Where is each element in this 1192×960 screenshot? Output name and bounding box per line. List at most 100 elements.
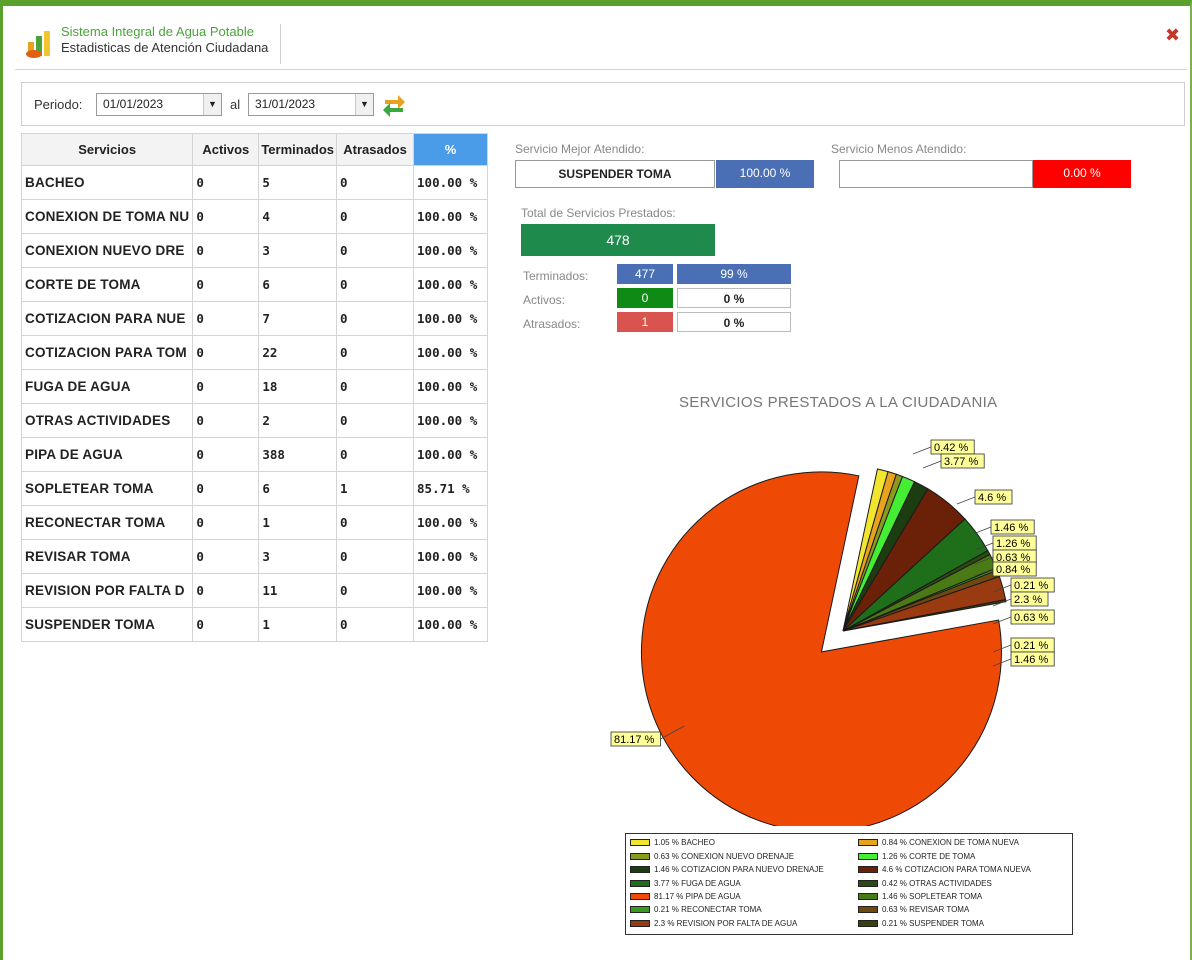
table-row[interactable]: PIPA DE AGUA 0 388 0 100.00 % bbox=[20, 437, 489, 472]
cell-atrasados: 0 bbox=[336, 335, 415, 370]
cell-terminados: 7 bbox=[258, 301, 338, 336]
svg-text:0.84 %: 0.84 % bbox=[996, 564, 1030, 576]
chevron-down-icon[interactable]: ▼ bbox=[355, 94, 373, 115]
cell-service-name: PIPA DE AGUA bbox=[20, 437, 194, 472]
legend-label: 0.63 % REVISAR TOMA bbox=[882, 905, 970, 915]
legend-swatch bbox=[858, 879, 878, 887]
legend-item: 4.6 % COTIZACION PARA TOMA NUEVA bbox=[858, 864, 1068, 876]
cell-activos: 0 bbox=[192, 301, 260, 336]
legend-swatch bbox=[858, 906, 878, 914]
table-header-row: Servicios Activos Terminados Atrasados % bbox=[20, 133, 489, 166]
cell-percent: 100.00 % bbox=[413, 369, 489, 404]
cell-percent: 100.00 % bbox=[413, 267, 489, 302]
table-row[interactable]: COTIZACION PARA NUE 0 7 0 100.00 % bbox=[20, 301, 489, 336]
cell-terminados: 11 bbox=[258, 573, 338, 608]
legend-swatch bbox=[630, 892, 650, 900]
total-services-value: 478 bbox=[521, 224, 715, 256]
cell-activos: 0 bbox=[192, 471, 260, 506]
cell-activos: 0 bbox=[192, 369, 260, 404]
pie-data-label: 1.46 % bbox=[992, 651, 1055, 667]
svg-text:0.42 %: 0.42 % bbox=[934, 442, 968, 454]
legend-label: 1.26 % CORTE DE TOMA bbox=[882, 851, 976, 861]
terminados-label: Terminados: bbox=[523, 269, 589, 283]
page-subtitle: Estadisticas de Atención Ciudadana bbox=[61, 40, 269, 55]
cell-atrasados: 1 bbox=[336, 471, 415, 506]
legend-swatch bbox=[630, 879, 650, 887]
col-header-percent[interactable]: % bbox=[413, 133, 489, 166]
chevron-down-icon[interactable]: ▼ bbox=[203, 94, 221, 115]
atrasados-label: Atrasados: bbox=[523, 317, 581, 331]
title-box: Sistema Integral de Agua Potable Estadis… bbox=[61, 24, 282, 64]
cell-service-name: COTIZACION PARA TOM bbox=[20, 335, 194, 370]
table-row[interactable]: REVISION POR FALTA D 0 11 0 100.00 % bbox=[20, 573, 489, 608]
svg-text:3.77 %: 3.77 % bbox=[944, 456, 978, 468]
cell-terminados: 3 bbox=[258, 233, 338, 268]
table-row[interactable]: CONEXION DE TOMA NU 0 4 0 100.00 % bbox=[20, 199, 489, 234]
pie-data-label: 4.6 % bbox=[956, 489, 1013, 505]
col-header-atrasados[interactable]: Atrasados bbox=[336, 133, 415, 166]
legend-item: 81.17 % PIPA DE AGUA bbox=[630, 891, 858, 903]
table-row[interactable]: REVISAR TOMA 0 3 0 100.00 % bbox=[20, 539, 489, 574]
cell-percent: 100.00 % bbox=[413, 505, 489, 540]
cell-atrasados: 0 bbox=[336, 573, 415, 608]
cell-percent: 100.00 % bbox=[413, 165, 489, 200]
svg-text:4.6 %: 4.6 % bbox=[978, 492, 1006, 504]
best-service-name: SUSPENDER TOMA bbox=[515, 160, 715, 188]
cell-percent: 100.00 % bbox=[413, 539, 489, 574]
refresh-icon[interactable] bbox=[380, 89, 408, 119]
col-header-servicios[interactable]: Servicios bbox=[20, 133, 194, 166]
table-row[interactable]: OTRAS ACTIVIDADES 0 2 0 100.00 % bbox=[20, 403, 489, 438]
cell-atrasados: 0 bbox=[336, 199, 415, 234]
period-filter-bar: Periodo: 01/01/2023 ▼ al 31/01/2023 ▼ bbox=[21, 82, 1185, 126]
pie-data-label: 0.21 % bbox=[992, 637, 1055, 653]
table-row[interactable]: CONEXION NUEVO DRE 0 3 0 100.00 % bbox=[20, 233, 489, 268]
legend-label: 0.21 % SUSPENDER TOMA bbox=[882, 918, 984, 928]
table-row[interactable]: RECONECTAR TOMA 0 1 0 100.00 % bbox=[20, 505, 489, 540]
legend-label: 1.05 % BACHEO bbox=[654, 838, 715, 848]
cell-terminados: 1 bbox=[258, 607, 338, 642]
cell-service-name: COTIZACION PARA NUE bbox=[20, 301, 194, 336]
cell-service-name: OTRAS ACTIVIDADES bbox=[20, 403, 194, 438]
terminados-count: 477 bbox=[617, 264, 673, 284]
cell-activos: 0 bbox=[192, 607, 260, 642]
cell-terminados: 3 bbox=[258, 539, 338, 574]
cell-service-name: REVISION POR FALTA D bbox=[20, 573, 194, 608]
cell-service-name: SUSPENDER TOMA bbox=[20, 607, 194, 642]
cell-atrasados: 0 bbox=[336, 301, 415, 336]
legend-swatch bbox=[630, 852, 650, 860]
legend-swatch bbox=[858, 852, 878, 860]
table-row[interactable]: SUSPENDER TOMA 0 1 0 100.00 % bbox=[20, 607, 489, 642]
cell-activos: 0 bbox=[192, 165, 260, 200]
legend-item: 0.63 % REVISAR TOMA bbox=[858, 904, 1068, 916]
close-icon[interactable]: ✖ bbox=[1165, 27, 1181, 45]
pie-data-label: 1.46 % bbox=[972, 519, 1035, 535]
cell-atrasados: 0 bbox=[336, 607, 415, 642]
legend-label: 0.63 % CONEXION NUEVO DRENAJE bbox=[654, 851, 795, 861]
table-row[interactable]: FUGA DE AGUA 0 18 0 100.00 % bbox=[20, 369, 489, 404]
table-row[interactable]: COTIZACION PARA TOM 0 22 0 100.00 % bbox=[20, 335, 489, 370]
start-date-select[interactable]: 01/01/2023 ▼ bbox=[96, 93, 222, 116]
chart-legend: 1.05 % BACHEO 0.84 % CONEXION DE TOMA NUE… bbox=[625, 833, 1073, 935]
total-services-label: Total de Servicios Prestados: bbox=[521, 206, 676, 220]
col-header-terminados[interactable]: Terminados bbox=[258, 133, 338, 166]
end-date-value: 31/01/2023 bbox=[255, 97, 316, 111]
svg-text:1.26 %: 1.26 % bbox=[996, 538, 1030, 550]
end-date-select[interactable]: 31/01/2023 ▼ bbox=[248, 93, 374, 116]
table-row[interactable]: BACHEO 0 5 0 100.00 % bbox=[20, 165, 489, 200]
table-row[interactable]: SOPLETEAR TOMA 0 6 1 85.71 % bbox=[20, 471, 489, 506]
period-separator: al bbox=[230, 97, 241, 112]
atrasados-percent: 0 % bbox=[677, 312, 791, 332]
col-header-activos[interactable]: Activos bbox=[192, 133, 260, 166]
cell-terminados: 2 bbox=[258, 403, 338, 438]
legend-swatch bbox=[630, 866, 650, 874]
legend-item: 0.63 % CONEXION NUEVO DRENAJE bbox=[630, 850, 858, 862]
cell-atrasados: 0 bbox=[336, 437, 415, 472]
cell-percent: 100.00 % bbox=[413, 607, 489, 642]
legend-item: 2.3 % REVISION POR FALTA DE AGUA bbox=[630, 918, 858, 930]
cell-activos: 0 bbox=[192, 335, 260, 370]
table-row[interactable]: CORTE DE TOMA 0 6 0 100.00 % bbox=[20, 267, 489, 302]
services-table: Servicios Activos Terminados Atrasados %… bbox=[20, 133, 489, 642]
cell-percent: 100.00 % bbox=[413, 233, 489, 268]
activos-count: 0 bbox=[617, 288, 673, 308]
legend-label: 1.46 % SOPLETEAR TOMA bbox=[882, 891, 983, 901]
